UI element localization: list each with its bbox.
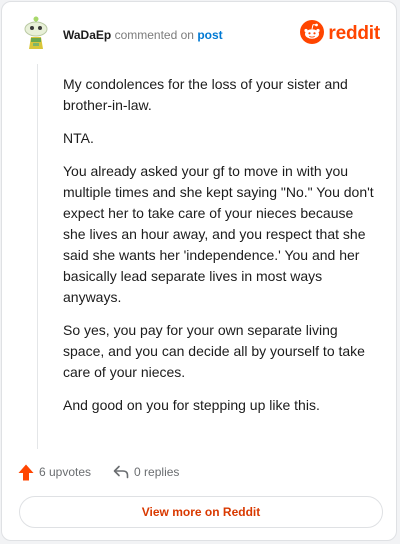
action-text: commented on <box>114 28 194 42</box>
post-link[interactable]: post <box>197 28 222 42</box>
reply-count: 0 replies <box>134 465 180 479</box>
reply-icon <box>113 465 129 479</box>
replies-button[interactable]: 0 replies <box>113 465 179 479</box>
upvote-count: 6 upvotes <box>39 465 92 479</box>
comment-actions: 6 upvotes 0 replies <box>18 462 179 482</box>
upvote-arrow-icon <box>18 464 34 481</box>
reddit-brand[interactable]: reddit <box>300 19 380 49</box>
comment-paragraph: So yes, you pay for your own separate li… <box>63 322 365 380</box>
upvote-button[interactable]: 6 upvotes <box>18 464 91 481</box>
username-link[interactable]: WaDaEp <box>63 28 111 42</box>
comment-paragraph: And good on you for stepping up like thi… <box>63 397 320 413</box>
comment-embed-card: WaDaEp commented on post reddit My condo… <box>1 1 397 541</box>
comment-body: My condolences for the loss of your sist… <box>63 74 375 428</box>
comment-paragraph: You already asked your gf to move in wit… <box>63 163 374 305</box>
comment-paragraph: My condolences for the loss of your sist… <box>63 76 348 113</box>
comment-paragraph: NTA. <box>63 130 94 146</box>
comment-meta: WaDaEp commented on post <box>63 28 223 42</box>
thread-line <box>37 64 38 449</box>
reddit-wordmark: reddit <box>328 23 380 44</box>
view-more-button[interactable]: View more on Reddit <box>19 496 383 528</box>
reddit-logo-icon <box>300 19 325 49</box>
snoo-avatar-icon[interactable] <box>22 16 50 52</box>
comment-header: WaDaEp commented on post reddit <box>16 16 382 52</box>
